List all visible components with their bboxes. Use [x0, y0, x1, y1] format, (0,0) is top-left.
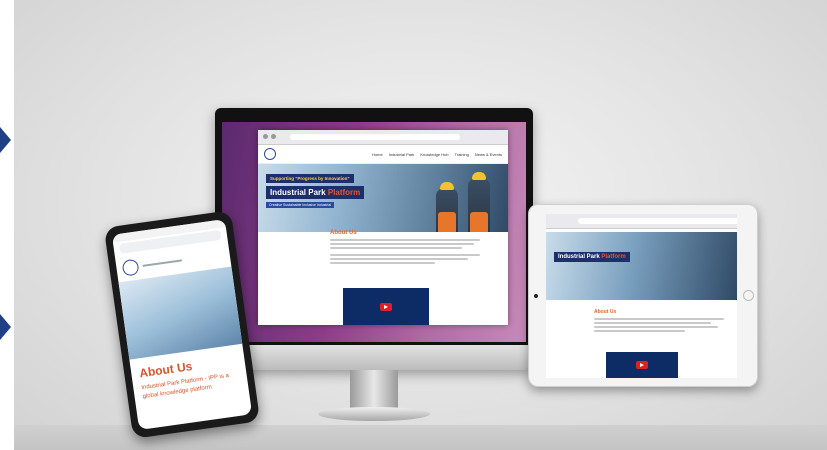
- monitor-chin: [215, 345, 533, 370]
- about-section: About Us: [330, 230, 480, 266]
- text-line: [330, 254, 480, 256]
- text-line: [330, 258, 468, 260]
- window-dot-icon[interactable]: [263, 134, 268, 139]
- hero-title-highlight: Platform: [327, 188, 361, 197]
- vest: [438, 212, 456, 232]
- browser-chrome: [258, 130, 508, 145]
- address-bar[interactable]: [578, 218, 737, 224]
- tablet-screen: Industrial Park Platform About Us: [546, 214, 737, 378]
- chevron-right-icon: [0, 127, 11, 153]
- text-line: [594, 330, 685, 332]
- left-margin: [0, 0, 14, 450]
- hero-tagline: Supporting "Progress by Innovation": [266, 174, 354, 183]
- youtube-play-icon[interactable]: [636, 361, 648, 369]
- logo-icon[interactable]: [121, 258, 140, 277]
- hero-banner: Supporting "Progress by Innovation" Indu…: [258, 164, 508, 232]
- youtube-play-icon[interactable]: [380, 303, 392, 311]
- chevron-right-icon: [0, 314, 11, 340]
- worker-figure: [436, 182, 458, 232]
- nav-home[interactable]: Home: [372, 152, 383, 157]
- text-line: [330, 262, 435, 264]
- text-line: [594, 322, 711, 324]
- hero-title-highlight: Platform: [601, 254, 626, 260]
- about-heading: About Us: [330, 230, 357, 236]
- text-line: [330, 247, 462, 249]
- logo-icon[interactable]: [264, 148, 276, 160]
- site-nav: Home Industrial Park Knowledge Hub Train…: [258, 145, 508, 164]
- tablet-about-section: About Us: [594, 309, 724, 334]
- video-embed[interactable]: [606, 352, 678, 378]
- text-line: [594, 318, 724, 320]
- desktop-browser-window: Home Industrial Park Knowledge Hub Train…: [258, 130, 508, 325]
- hero-title: Industrial Park Platform: [266, 186, 365, 199]
- site-name: [142, 259, 183, 267]
- hero-title-main: Industrial Park: [558, 254, 600, 260]
- address-bar[interactable]: [290, 134, 460, 140]
- about-heading: About Us: [594, 309, 617, 315]
- camera-icon: [534, 294, 538, 298]
- nav-knowledge-hub[interactable]: Knowledge Hub: [420, 152, 448, 157]
- hero-subtitle: Creative Sustainable Inclusive Industria…: [266, 202, 335, 208]
- text-line: [594, 326, 718, 328]
- worker-figure: [468, 172, 490, 232]
- home-button[interactable]: [743, 290, 754, 301]
- nav-news[interactable]: News & Events: [475, 152, 502, 157]
- tablet-hero-title: Industrial Park Platform: [554, 252, 630, 262]
- video-embed[interactable]: [343, 288, 429, 325]
- nav-training[interactable]: Training: [455, 152, 469, 157]
- vest: [470, 212, 488, 232]
- tablet-browser-chrome: [546, 214, 737, 229]
- helmet-icon: [440, 182, 454, 190]
- phone-screen: About Us Industrial Park Platform - IPP …: [111, 219, 253, 430]
- text-line: [330, 239, 480, 241]
- monitor-stand-neck: [350, 370, 398, 412]
- window-dot-icon[interactable]: [271, 134, 276, 139]
- helmet-icon: [472, 172, 486, 180]
- text-line: [330, 243, 474, 245]
- nav-industrial-park[interactable]: Industrial Park: [389, 152, 415, 157]
- tablet-hero-banner: Industrial Park Platform: [546, 232, 737, 300]
- hero-title-main: Industrial Park: [270, 188, 326, 197]
- monitor-stand-foot: [318, 407, 430, 421]
